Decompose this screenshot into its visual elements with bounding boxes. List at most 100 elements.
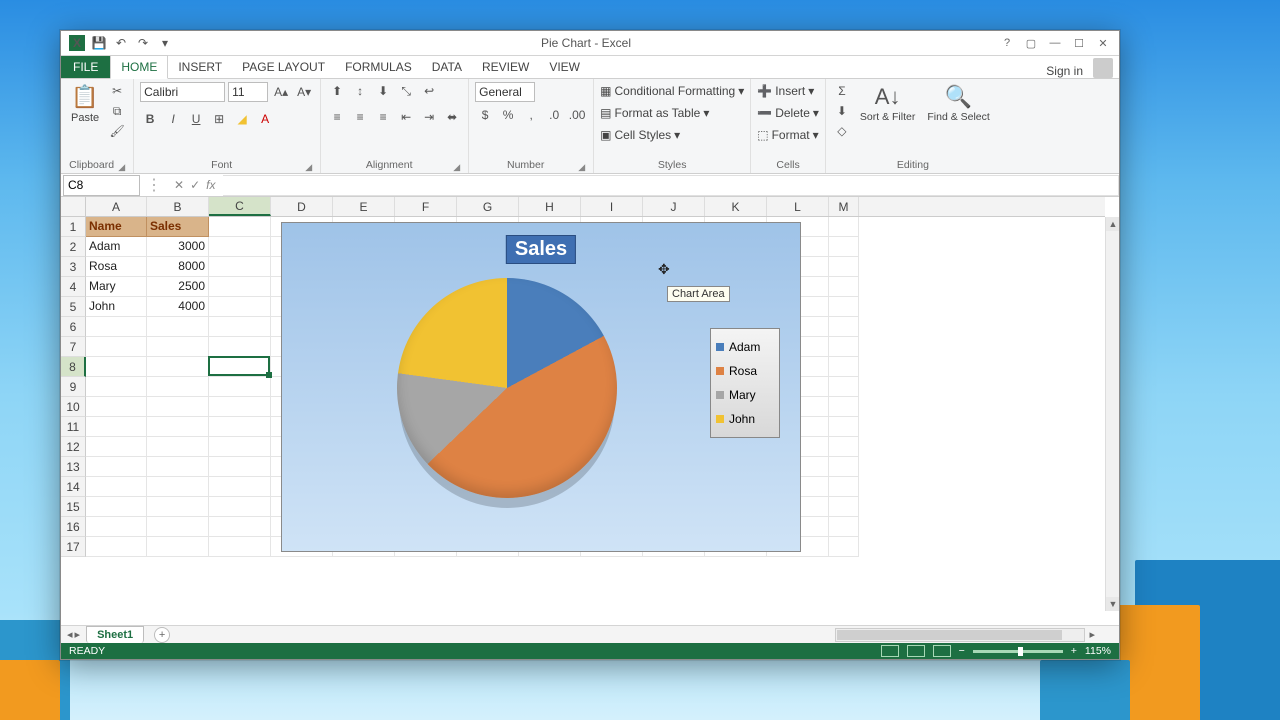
sheet-tab-1[interactable]: Sheet1	[86, 626, 144, 643]
font-color-icon[interactable]: A	[255, 110, 275, 128]
cell-C1[interactable]	[209, 217, 271, 237]
cell-A6[interactable]	[86, 317, 147, 337]
cell-styles-button[interactable]: ▣Cell Styles ▾	[600, 126, 680, 144]
name-box[interactable]	[63, 175, 140, 196]
col-header-F[interactable]: F	[395, 197, 457, 216]
align-bottom-icon[interactable]: ⬇	[373, 82, 393, 100]
cell-B2[interactable]: 3000	[147, 237, 209, 257]
cell-M16[interactable]	[829, 517, 859, 537]
formula-input[interactable]	[223, 175, 1119, 196]
format-as-table-button[interactable]: ▤Format as Table ▾	[600, 104, 709, 122]
cell-A1[interactable]: Name	[86, 217, 147, 237]
fx-icon[interactable]: fx	[206, 178, 215, 192]
col-header-M[interactable]: M	[829, 197, 859, 216]
tab-insert[interactable]: INSERT	[168, 56, 232, 78]
cell-C5[interactable]	[209, 297, 271, 317]
tab-formulas[interactable]: FORMULAS	[335, 56, 422, 78]
cell-A16[interactable]	[86, 517, 147, 537]
col-header-H[interactable]: H	[519, 197, 581, 216]
cell-A12[interactable]	[86, 437, 147, 457]
cell-C11[interactable]	[209, 417, 271, 437]
merge-center-icon[interactable]: ⬌	[442, 108, 462, 126]
row-header-9[interactable]: 9	[61, 377, 86, 397]
cell-B9[interactable]	[147, 377, 209, 397]
cell-A14[interactable]	[86, 477, 147, 497]
wrap-text-icon[interactable]: ↩	[419, 82, 439, 100]
row-header-13[interactable]: 13	[61, 457, 86, 477]
number-launcher-icon[interactable]: ◢	[576, 162, 587, 173]
legend-item-mary[interactable]: Mary	[716, 383, 774, 407]
cell-C10[interactable]	[209, 397, 271, 417]
conditional-formatting-button[interactable]: ▦Conditional Formatting ▾	[600, 82, 744, 100]
redo-icon[interactable]: ↷	[135, 35, 151, 51]
percent-icon[interactable]: %	[498, 106, 518, 124]
cell-C12[interactable]	[209, 437, 271, 457]
sort-filter-button[interactable]: A↓ Sort & Filter	[856, 82, 919, 126]
avatar-icon[interactable]	[1093, 58, 1113, 78]
cell-C4[interactable]	[209, 277, 271, 297]
legend-item-adam[interactable]: Adam	[716, 335, 774, 359]
cell-M6[interactable]	[829, 317, 859, 337]
align-left-icon[interactable]: ≡	[327, 108, 347, 126]
col-header-B[interactable]: B	[147, 197, 209, 216]
col-header-E[interactable]: E	[333, 197, 395, 216]
row-header-14[interactable]: 14	[61, 477, 86, 497]
col-header-J[interactable]: J	[643, 197, 705, 216]
number-format-dropdown[interactable]	[475, 82, 535, 102]
cell-M3[interactable]	[829, 257, 859, 277]
cell-A8[interactable]	[86, 357, 147, 377]
cell-M2[interactable]	[829, 237, 859, 257]
tab-home[interactable]: HOME	[110, 55, 168, 79]
tab-page-layout[interactable]: PAGE LAYOUT	[232, 56, 335, 78]
cell-A3[interactable]: Rosa	[86, 257, 147, 277]
cell-M17[interactable]	[829, 537, 859, 557]
row-headers[interactable]: 1234567891011121314151617	[61, 217, 86, 611]
cell-C7[interactable]	[209, 337, 271, 357]
scroll-down-icon[interactable]: ▼	[1106, 597, 1119, 611]
row-header-16[interactable]: 16	[61, 517, 86, 537]
cell-M5[interactable]	[829, 297, 859, 317]
cell-B14[interactable]	[147, 477, 209, 497]
col-header-K[interactable]: K	[705, 197, 767, 216]
zoom-slider[interactable]	[973, 650, 1063, 653]
fill-icon[interactable]: ⬇	[832, 102, 852, 120]
cell-M14[interactable]	[829, 477, 859, 497]
cell-M10[interactable]	[829, 397, 859, 417]
minimize-button[interactable]: —	[1045, 35, 1065, 51]
borders-icon[interactable]: ⊞	[209, 110, 229, 128]
align-center-icon[interactable]: ≡	[350, 108, 370, 126]
view-page-break-icon[interactable]	[933, 645, 951, 657]
align-top-icon[interactable]: ⬆	[327, 82, 347, 100]
cell-M9[interactable]	[829, 377, 859, 397]
cell-B1[interactable]: Sales	[147, 217, 209, 237]
delete-cells-button[interactable]: ➖Delete ▾	[757, 104, 819, 122]
format-cells-button[interactable]: ⬚Format ▾	[757, 126, 818, 144]
cell-B6[interactable]	[147, 317, 209, 337]
zoom-level[interactable]: 115%	[1085, 645, 1111, 657]
decrease-font-icon[interactable]: A▾	[294, 83, 314, 101]
cell-B11[interactable]	[147, 417, 209, 437]
cell-A5[interactable]: John	[86, 297, 147, 317]
font-size-dropdown[interactable]	[228, 82, 268, 102]
cell-A2[interactable]: Adam	[86, 237, 147, 257]
cell-M4[interactable]	[829, 277, 859, 297]
clear-icon[interactable]: ◇	[832, 122, 852, 140]
zoom-in-icon[interactable]: +	[1071, 645, 1077, 657]
cell-C3[interactable]	[209, 257, 271, 277]
bold-button[interactable]: B	[140, 110, 160, 128]
cell-M7[interactable]	[829, 337, 859, 357]
chart-legend[interactable]: AdamRosaMaryJohn	[710, 328, 780, 438]
increase-decimal-icon[interactable]: .0	[544, 106, 564, 124]
col-header-D[interactable]: D	[271, 197, 333, 216]
cancel-formula-icon[interactable]: ✕	[174, 178, 184, 192]
cell-C14[interactable]	[209, 477, 271, 497]
cell-A13[interactable]	[86, 457, 147, 477]
cell-B13[interactable]	[147, 457, 209, 477]
cell-B16[interactable]	[147, 517, 209, 537]
sheet-nav-next-icon[interactable]: ▸	[75, 628, 81, 641]
cell-C2[interactable]	[209, 237, 271, 257]
underline-button[interactable]: U	[186, 110, 206, 128]
add-sheet-button[interactable]: +	[154, 627, 170, 643]
insert-cells-button[interactable]: ➕Insert ▾	[757, 82, 814, 100]
scroll-up-icon[interactable]: ▲	[1106, 217, 1119, 231]
